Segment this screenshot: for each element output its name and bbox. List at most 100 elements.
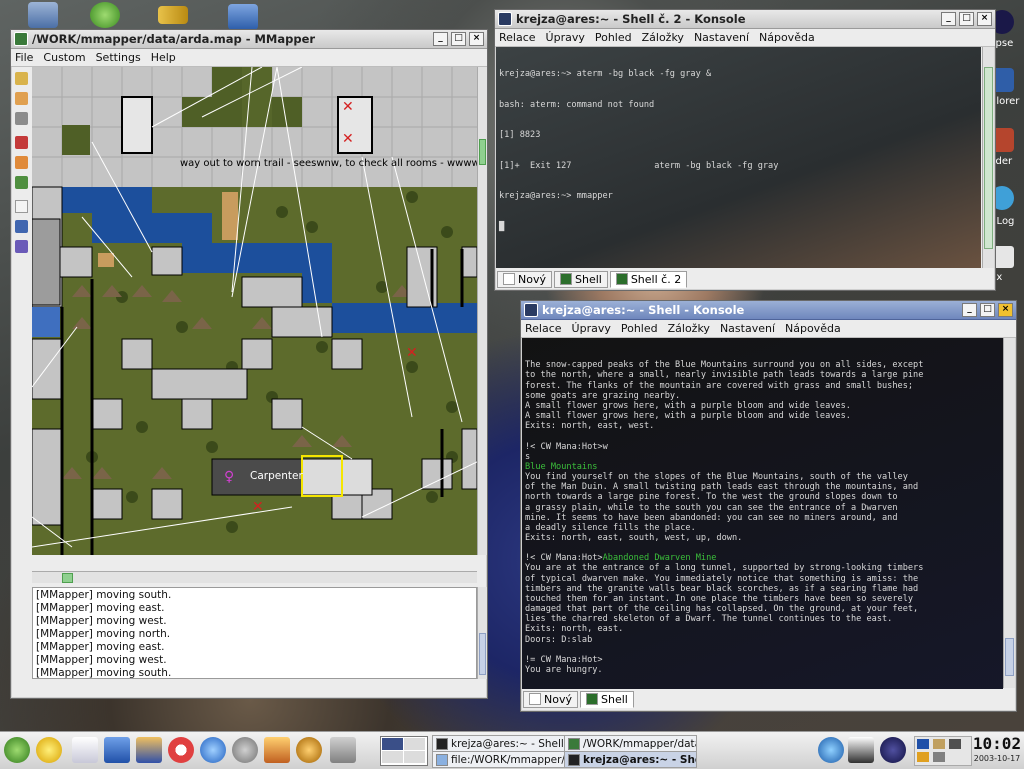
editor-icon[interactable] [264, 737, 290, 763]
menu-napoveda[interactable]: Nápověda [759, 31, 815, 44]
new-session-button[interactable]: Nový [523, 690, 578, 708]
close-button[interactable]: × [998, 303, 1013, 317]
menu-relace[interactable]: Relace [525, 322, 562, 335]
red-pen-tool-icon[interactable] [15, 136, 28, 149]
volume-icon[interactable] [949, 739, 961, 749]
minimize-button[interactable]: _ [962, 303, 977, 317]
window-title: krejza@ares:~ - Shell - Konsole [542, 303, 745, 317]
desktop-pager[interactable] [380, 736, 428, 766]
new-file-icon[interactable] [15, 200, 28, 213]
close-button[interactable]: × [469, 32, 484, 46]
maximize-button[interactable]: □ [980, 303, 995, 317]
konsole-bottom-scrollbar[interactable] [1003, 338, 1015, 688]
clock-time: 10:02 [972, 734, 1022, 753]
menu-nastaveni[interactable]: Nastavení [720, 322, 775, 335]
terminal-line: forest. The flanks of the mountain are c… [525, 380, 914, 391]
tools-icon[interactable] [330, 737, 356, 763]
task-button-file-manager[interactable]: file:/WORK/mmapper/src [432, 751, 565, 768]
terminal-launcher-icon[interactable] [136, 737, 162, 763]
clock[interactable]: 10:02 2003-10-17 [972, 734, 1022, 766]
cube-icon[interactable] [104, 737, 130, 763]
k-menu-icon[interactable] [4, 737, 30, 763]
menu-nastaveni[interactable]: Nastavení [694, 31, 749, 44]
konsole-icon[interactable] [524, 303, 538, 317]
map-horizontal-scrollbar[interactable] [32, 571, 477, 583]
menu-zalozky[interactable]: Záložky [642, 31, 684, 44]
update-icon[interactable] [917, 752, 929, 762]
new-session-button[interactable]: Nový [497, 270, 552, 288]
document-icon[interactable] [72, 737, 98, 763]
globe-clock-icon[interactable] [296, 737, 322, 763]
folder-icon [436, 753, 448, 766]
lifebuoy-icon[interactable] [168, 737, 194, 763]
map-road [222, 192, 238, 240]
globe-icon[interactable] [818, 737, 844, 763]
room-tool-icon[interactable] [15, 156, 28, 169]
log-line: [MMapper] moving north. [36, 628, 171, 640]
konsole-bottom-scroll-thumb[interactable] [1005, 638, 1014, 676]
minimize-button[interactable]: _ [433, 32, 448, 46]
log-vertical-scrollbar[interactable] [477, 587, 487, 679]
network-icon[interactable] [200, 737, 226, 763]
desktop-icon-folder[interactable] [228, 4, 258, 30]
task-button-konsole-shell[interactable]: krejza@ares:~ - Shell [564, 751, 697, 768]
desktop-icon-keys[interactable] [158, 6, 188, 24]
konsole-top-terminal[interactable]: krejza@ares:~> aterm -bg black -fg gray … [496, 47, 981, 268]
desktop-icon-home[interactable] [28, 2, 58, 28]
tab-shell-2[interactable]: Shell č. 2 [609, 270, 688, 288]
konsole-bottom-titlebar[interactable]: krejza@ares:~ - Shell - Konsole _ □ × [521, 301, 1016, 320]
clipboard-icon[interactable] [933, 739, 945, 749]
log-scroll-thumb[interactable] [479, 633, 486, 675]
tux-icon[interactable] [848, 737, 874, 763]
maximize-button[interactable]: □ [959, 12, 974, 26]
map-vertical-scroll-thumb[interactable] [479, 139, 486, 165]
konsole-bottom-terminal[interactable]: The snow-capped peaks of the Blue Mounta… [522, 338, 1003, 689]
konsole-top-scrollbar[interactable] [982, 47, 994, 268]
map-horizontal-scroll-thumb[interactable] [62, 573, 73, 583]
eclipse-tray-icon[interactable] [880, 737, 906, 763]
pager-desktop-2[interactable] [404, 738, 425, 750]
pager-desktop-4[interactable] [404, 751, 425, 763]
map-vertical-scrollbar[interactable] [477, 67, 487, 555]
pencil-tool-icon[interactable] [15, 92, 28, 105]
terminal-line: != CW Mana:Hot> [525, 654, 603, 665]
pager-desktop-3[interactable] [382, 751, 403, 763]
map-canvas[interactable]: ✕ ✕ ✕ ✕ ♀ way out to worn trail - seeswn… [32, 67, 477, 555]
printer-icon[interactable] [933, 752, 945, 762]
konsole-icon[interactable] [498, 12, 512, 26]
task-button-konsole-shell-2[interactable]: krejza@ares:~ - Shell č. 2 [432, 735, 565, 752]
menu-zalozky[interactable]: Záložky [668, 322, 710, 335]
desktop-icon-suse[interactable] [90, 2, 120, 28]
konsole-top-scroll-thumb[interactable] [984, 67, 993, 249]
menu-file[interactable]: File [15, 51, 33, 64]
maximize-button[interactable]: □ [451, 32, 466, 46]
keyboard-layout-icon[interactable] [917, 739, 929, 749]
connect-tool-icon[interactable] [15, 176, 28, 189]
menu-settings[interactable]: Settings [96, 51, 141, 64]
menu-pohled[interactable]: Pohled [621, 322, 658, 335]
task-button-mmapper[interactable]: /WORK/mmapper/data/ara [564, 735, 697, 752]
window-menu-icon[interactable] [14, 32, 28, 46]
settings-icon[interactable] [232, 737, 258, 763]
konsole-top-titlebar[interactable]: krejza@ares:~ - Shell č. 2 - Konsole _ □… [495, 10, 995, 29]
map-road [98, 253, 114, 267]
lightning-icon[interactable] [36, 737, 62, 763]
menu-relace[interactable]: Relace [499, 31, 536, 44]
mmapper-titlebar[interactable]: /WORK/mmapper/data/arda.map - MMapper _ … [11, 30, 487, 49]
new-session-icon [503, 273, 515, 285]
pager-desktop-1[interactable] [382, 738, 403, 750]
save-icon[interactable] [15, 220, 28, 233]
minimize-button[interactable]: _ [941, 12, 956, 26]
menu-custom[interactable]: Custom [43, 51, 85, 64]
menu-help[interactable]: Help [151, 51, 176, 64]
menu-napoveda[interactable]: Nápověda [785, 322, 841, 335]
close-button[interactable]: × [977, 12, 992, 26]
tab-shell[interactable]: Shell [579, 690, 634, 708]
move-tool-icon[interactable] [15, 72, 28, 85]
select-tool-icon[interactable] [15, 112, 28, 125]
menu-upravy[interactable]: Úpravy [572, 322, 611, 335]
floppy-icon[interactable] [15, 240, 28, 253]
menu-upravy[interactable]: Úpravy [546, 31, 585, 44]
menu-pohled[interactable]: Pohled [595, 31, 632, 44]
tab-shell[interactable]: Shell [553, 270, 608, 288]
